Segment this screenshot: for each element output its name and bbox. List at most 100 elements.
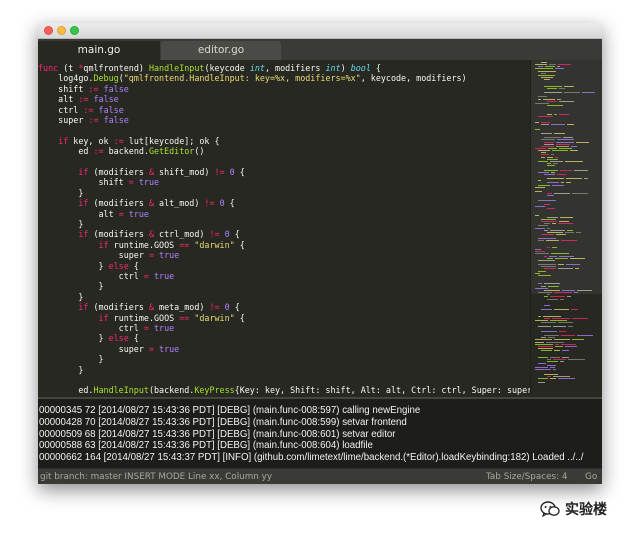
minimap-line (538, 270, 546, 272)
code-line: } (38, 365, 83, 376)
minimize-window-button[interactable] (57, 26, 66, 35)
minimap-line (582, 92, 595, 94)
minimap-line (538, 225, 548, 227)
minimap-line (535, 64, 547, 66)
code-line: } (38, 188, 83, 199)
minimap-line (541, 350, 552, 352)
code-editor[interactable]: func (t *qmlfrontend) HandleInput(keycod… (38, 60, 530, 395)
console-line: 00000509 68 [2014/08/27 15:43:36 PDT] [D… (39, 428, 396, 440)
code-line: log4go.Debug("qmlfrontend.HandleInput: k… (38, 73, 466, 84)
code-token: false (103, 115, 129, 125)
code-token: ctrl (38, 323, 144, 333)
minimap-line (572, 339, 584, 341)
close-window-button[interactable] (44, 26, 53, 35)
code-token: } (38, 364, 84, 375)
code-token: true (153, 323, 175, 333)
minimap-line (546, 240, 559, 242)
minimap-line (548, 337, 555, 339)
tab-editor-go[interactable]: editor.go (161, 41, 281, 60)
minimap-line (535, 253, 549, 255)
minimap-line (556, 143, 570, 145)
minimap-line (544, 173, 555, 175)
code-token: { (128, 260, 139, 271)
code-token: true (159, 343, 180, 354)
minimap-line (544, 223, 550, 225)
minimap-line (535, 68, 553, 70)
maximize-window-button[interactable] (70, 26, 79, 35)
minimap-line (559, 113, 569, 115)
code-token: else (108, 260, 129, 271)
minimap-line (535, 122, 539, 124)
minimap-line (561, 240, 577, 242)
console-line: 00000345 72 [2014/08/27 15:43:36 PDT] [D… (39, 405, 421, 416)
minimap-line (553, 358, 566, 360)
tab-main-go[interactable]: main.go (38, 41, 160, 60)
minimap[interactable] (530, 60, 602, 395)
code-line: } else { (38, 333, 139, 344)
minimap-line (553, 369, 556, 371)
code-token: HandleInput (148, 63, 205, 73)
minimap-line (535, 339, 552, 341)
minimap-line (538, 283, 542, 285)
tab-size-indicator[interactable]: Tab Size/Spaces: 4 (486, 469, 567, 484)
minimap-line (538, 382, 545, 384)
minimap-line (559, 221, 569, 223)
minimap-line (544, 283, 560, 285)
code-token: key, ok (68, 135, 114, 146)
code-token: meta_mod) (154, 302, 210, 313)
code-line: if (modifiers & shift_mod) != 0 { (38, 167, 244, 178)
minimap-line (576, 231, 581, 233)
minimap-line (541, 152, 546, 154)
minimap-line (557, 66, 560, 68)
code-token: true (159, 250, 180, 261)
code-token: := (83, 104, 94, 115)
minimap-line (558, 264, 564, 266)
code-token: lut[keycode]; ok { (123, 135, 220, 146)
syntax-indicator[interactable]: Go (585, 469, 597, 484)
minimap-line (541, 309, 552, 311)
code-token: { (234, 239, 245, 250)
minimap-line (567, 296, 571, 298)
minimap-line (551, 253, 569, 255)
minimap-line (541, 124, 549, 126)
status-text: git branch: master INSERT MODE Line xx, … (40, 472, 273, 482)
minimap-line (535, 367, 548, 369)
minimap-line (560, 216, 573, 218)
minimap-line (544, 143, 554, 145)
minimap-line (551, 171, 555, 173)
minimap-line (552, 150, 568, 152)
minimap-line (535, 272, 540, 274)
code-token: true (128, 208, 149, 219)
minimap-line (576, 141, 589, 143)
code-token: KeyPress (194, 385, 235, 395)
minimap-line (544, 203, 550, 205)
minimap-line (544, 79, 550, 81)
code-token: alt (38, 94, 79, 105)
minimap-line (535, 341, 544, 343)
status-bar: git branch: master INSERT MODE Line xx, … (38, 468, 602, 484)
minimap-line (538, 315, 541, 317)
minimap-line (548, 285, 559, 287)
minimap-line (557, 139, 574, 141)
minimap-line (565, 231, 574, 233)
minimap-line (566, 178, 582, 180)
title-bar (38, 23, 602, 39)
minimap-line (538, 347, 553, 349)
minimap-line (547, 375, 551, 377)
code-line: } (38, 281, 104, 292)
minimap-line (551, 154, 554, 156)
code-token: if (78, 198, 89, 209)
code-token: super (38, 250, 149, 261)
minimap-line (541, 156, 545, 158)
code-token: false (93, 94, 119, 105)
minimap-line (558, 268, 573, 270)
minimap-line (541, 77, 553, 79)
code-token: , modifiers (264, 63, 326, 73)
minimap-line (553, 163, 558, 165)
minimap-line (544, 289, 560, 291)
code-token: runtime.GOOS (108, 239, 180, 250)
minimap-line (535, 214, 539, 216)
